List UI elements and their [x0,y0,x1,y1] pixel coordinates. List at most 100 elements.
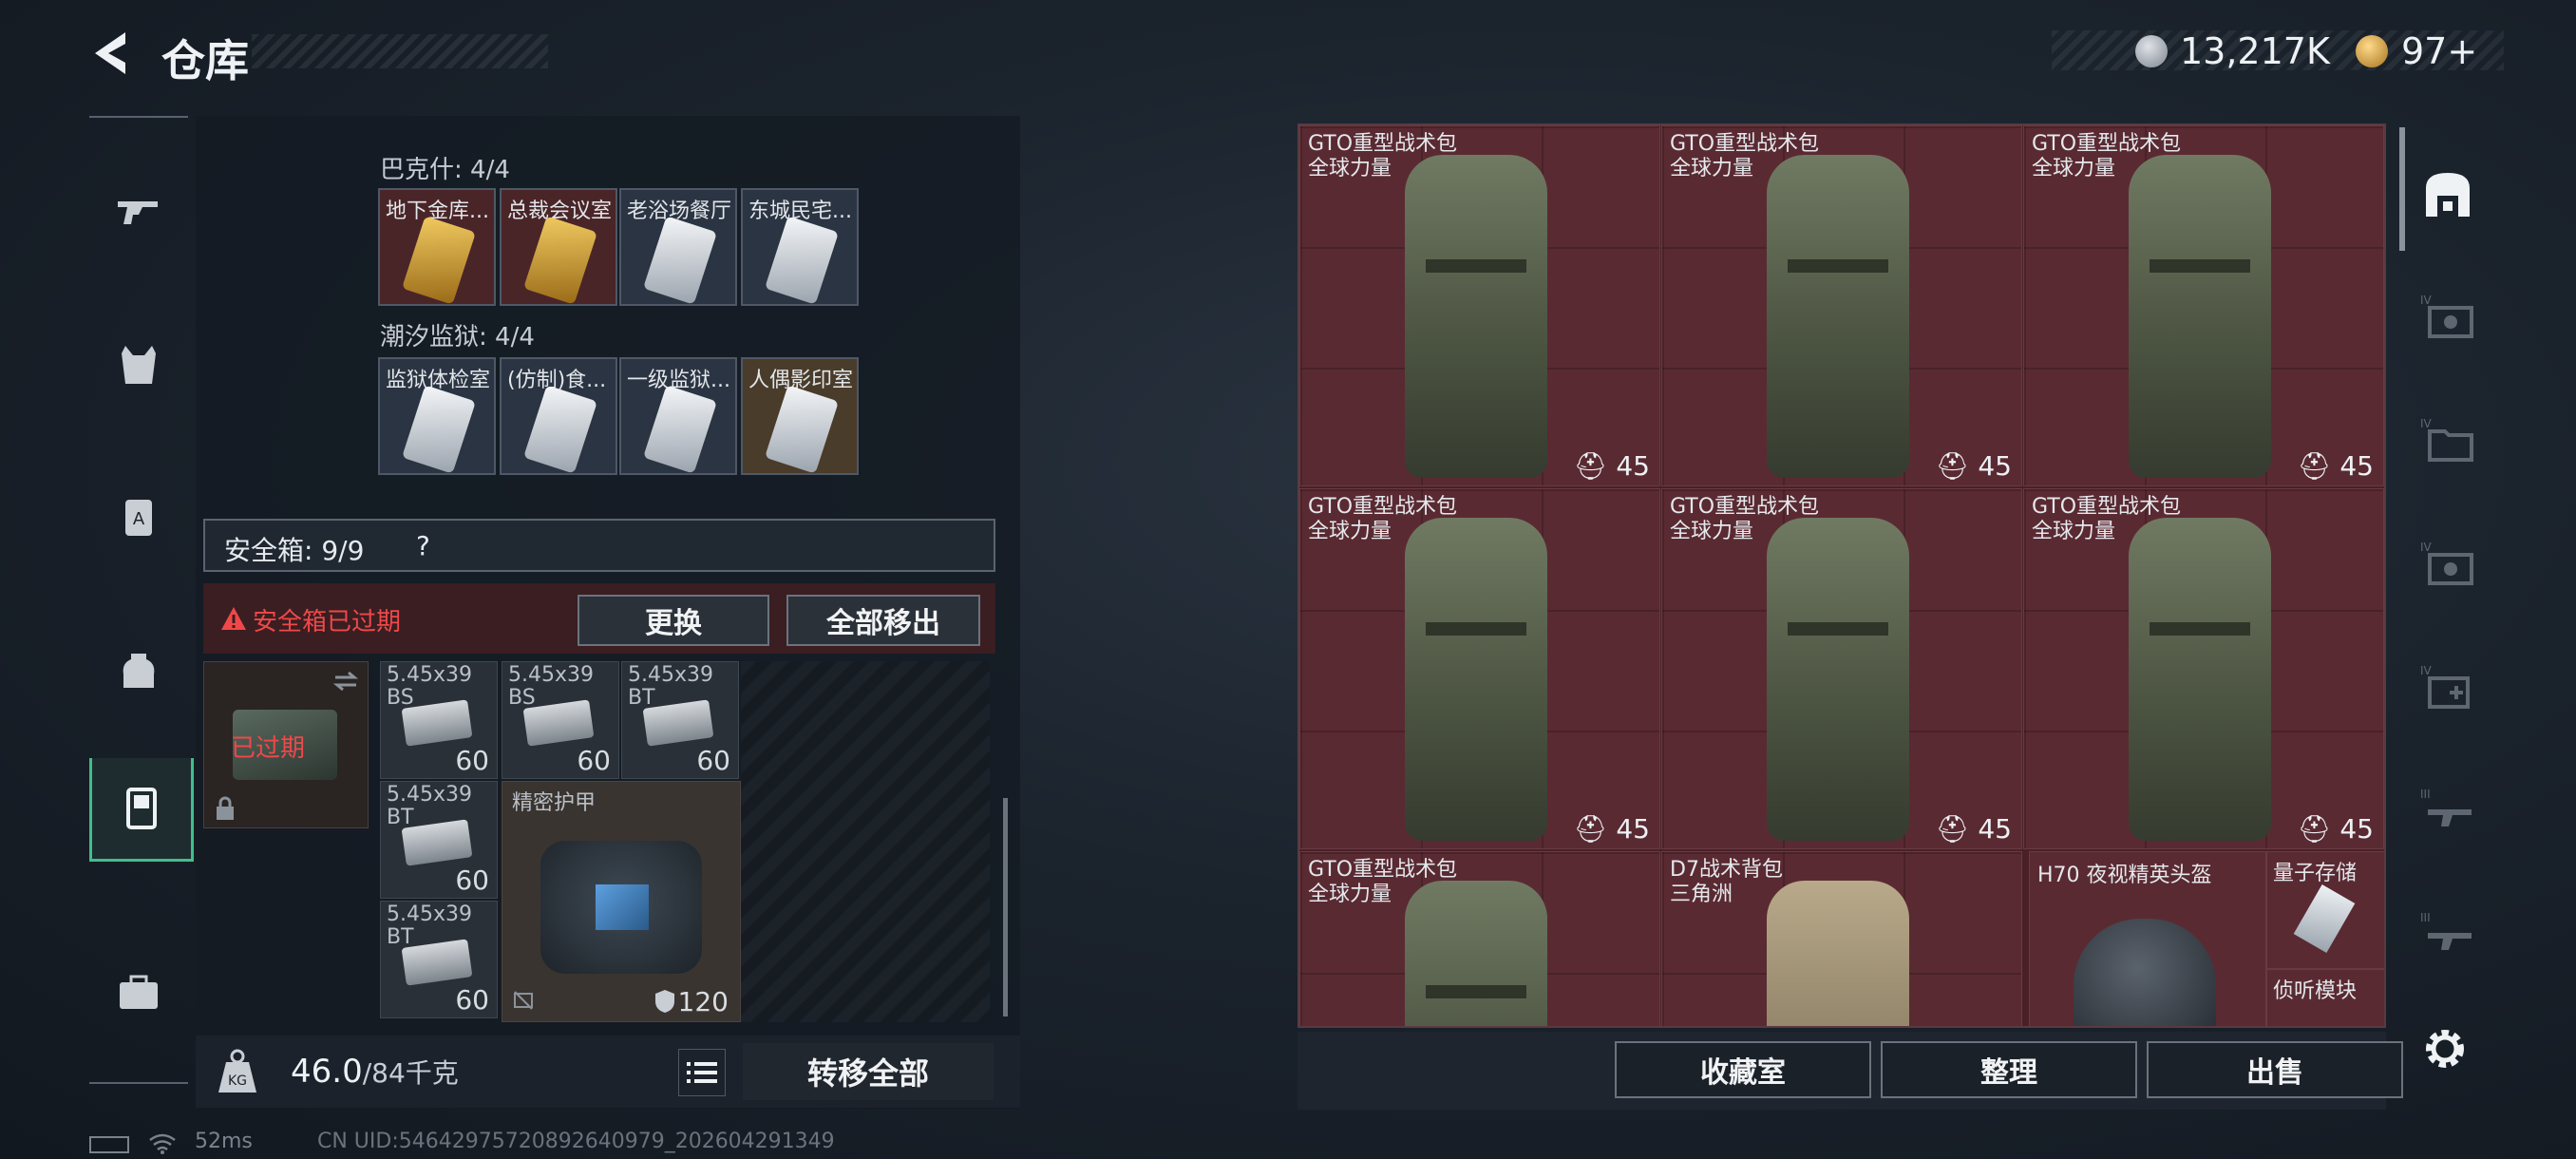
key-card[interactable]: 监狱体检室 [378,357,496,475]
battery-icon [89,1136,129,1153]
nav-storage-main[interactable] [2407,142,2489,245]
list-view-button[interactable] [678,1049,726,1096]
inventory-actions: 收藏室 整理 出售 [1297,1032,2403,1110]
inventory-item[interactable]: GTO重型战术包 全球力量 ⛑ 45 [1299,488,1660,849]
lock-icon [217,796,234,820]
user-uid: CN UID:5464297572089264097​9_20260429134… [317,1130,835,1153]
key-card[interactable]: 老浴场餐厅 [619,188,737,306]
key-card[interactable]: 总裁会议室 [500,188,617,306]
inventory-item[interactable]: GTO重型战术包 全球力量 ⛑ 45 [1661,125,2022,486]
inventory-item[interactable]: GTO重型战术包 全球力量 [1299,851,1660,1026]
coin-icon [2135,35,2168,67]
inventory-item[interactable]: GTO重型战术包 全球力量 ⛑ 45 [2023,488,2384,849]
shield-icon [655,990,674,1013]
toolbox-icon [120,975,158,1009]
inventory-item[interactable]: GTO重型战术包 全球力量 ⛑ 45 [1299,125,1660,486]
key-card[interactable]: 地下金库... [378,188,496,306]
quantum-storage-item[interactable]: 量子存储 [2266,851,2384,969]
keycard-image [765,216,839,304]
helmet-item[interactable]: H70 夜视精英头盔 [2029,851,2266,1026]
backpack-image [1767,518,1909,841]
key-card[interactable]: 东城民宅... [741,188,859,306]
nav-weapons[interactable] [89,160,188,262]
inventory-grid: GTO重型战术包 全球力量 ⛑ 45 GTO重型战术包 全球力量 ⛑ 45 GTO重型战… [1297,124,2386,1028]
inventory-item[interactable]: D7战术背包 三角洲 [1661,851,2022,1026]
remove-all-button[interactable]: 全部移出 [786,595,980,646]
nav-storage-3[interactable]: IV [2407,513,2489,616]
ammo-image [401,699,473,747]
backpack-icon [123,654,155,688]
group-label: 潮汐监狱: 4/4 [380,323,535,352]
sell-button[interactable]: 出售 [2147,1041,2403,1098]
safebox-item[interactable]: 已过期 [203,661,369,828]
item-capacity: ⛑ 45 [1573,813,1650,845]
keycard-image [643,385,717,473]
nav-storage-4[interactable]: IV [2407,636,2489,739]
safebox-expired-label: 已过期 [231,734,306,763]
ammo-item[interactable]: 5.45x39 BS 60 [502,661,619,779]
wifi-icon [149,1133,176,1154]
ticket-icon [2356,35,2388,67]
cabinet-icon: IV [2420,294,2473,338]
inventory-item[interactable]: GTO重型战术包 全球力量 ⛑ 45 [1661,488,2022,849]
safebox-icon [126,788,157,829]
swap-icon[interactable] [331,670,360,693]
keycard-image [402,385,476,473]
gun-icon [118,201,158,224]
ammo-image [642,699,714,747]
collection-button[interactable]: 收藏室 [1615,1041,1871,1098]
keycard-image [523,216,597,304]
keycard-image [523,385,597,473]
item-capacity: ⛑ 45 [1935,450,2012,482]
no-insure-icon [514,991,533,1010]
expired-text: 安全箱已过期 [253,608,402,636]
nav-armor[interactable] [89,314,188,416]
ammo-image [401,819,473,866]
stash-scrollbar[interactable] [1003,798,1008,1016]
nav-storage-6[interactable]: III [2407,884,2489,986]
backpack-image [1405,518,1547,841]
nav-toolbox[interactable] [89,940,188,1043]
help-icon[interactable]: ? [416,530,430,561]
keycard-image [765,385,839,473]
inventory-item[interactable]: GTO重型战术包 全球力量 ⛑ 45 [2023,125,2384,486]
ping-value: 52ms [195,1130,253,1153]
replace-button[interactable]: 更换 [578,595,769,646]
organize-button[interactable]: 整理 [1881,1041,2137,1098]
key-card[interactable]: (仿制)食... [500,357,617,475]
safebox-empty-area [741,661,990,1022]
vest-icon [122,346,156,384]
inventory-scrollbar[interactable] [2399,127,2405,251]
ammo-item[interactable]: 5.45x39 BS 60 [380,661,498,779]
armor-durability: 120 [677,986,729,1017]
storage-icon [2426,173,2470,217]
nav-backpack[interactable] [89,619,188,722]
nav-storage-2[interactable]: IV [2407,390,2489,492]
ammo-item[interactable]: 5.45x39 BT 60 [621,661,739,779]
backpack-image [1767,155,1909,478]
nav-safebox[interactable] [89,758,194,862]
svg-text:III: III [2420,788,2431,801]
key-card[interactable]: 人偶影印室 [741,357,859,475]
transfer-all-button[interactable]: 转移全部 [743,1043,994,1100]
armor-screen [596,884,649,930]
ammo-item[interactable]: 5.45x39 BT 60 [380,901,498,1018]
settings-gear-icon[interactable] [2418,1022,2472,1075]
weapon-rack-icon: III [2420,788,2472,826]
nav-storage-1[interactable]: IV [2407,266,2489,369]
item-capacity: ⛑ 45 [1935,813,2012,845]
group-label: 巴克什: 4/4 [380,156,510,184]
helmet-image [2074,919,2216,1026]
nav-rig[interactable]: A [89,466,188,568]
armor-item[interactable]: 精密护甲 120 [502,781,741,1022]
listen-module-item[interactable]: 侦听模块 [2266,969,2384,1026]
svg-text:IV: IV [2420,294,2433,307]
ammo-item[interactable]: 5.45x39 BT 60 [380,781,498,899]
nav-storage-5[interactable]: III [2407,760,2489,863]
backpack-image [1767,881,1909,1026]
back-arrow-icon[interactable] [84,25,141,82]
armor-name: 精密护甲 [512,791,597,815]
key-card[interactable]: 一级监狱... [619,357,737,475]
quantum-image [2293,884,2356,953]
ammo-image [401,939,473,986]
